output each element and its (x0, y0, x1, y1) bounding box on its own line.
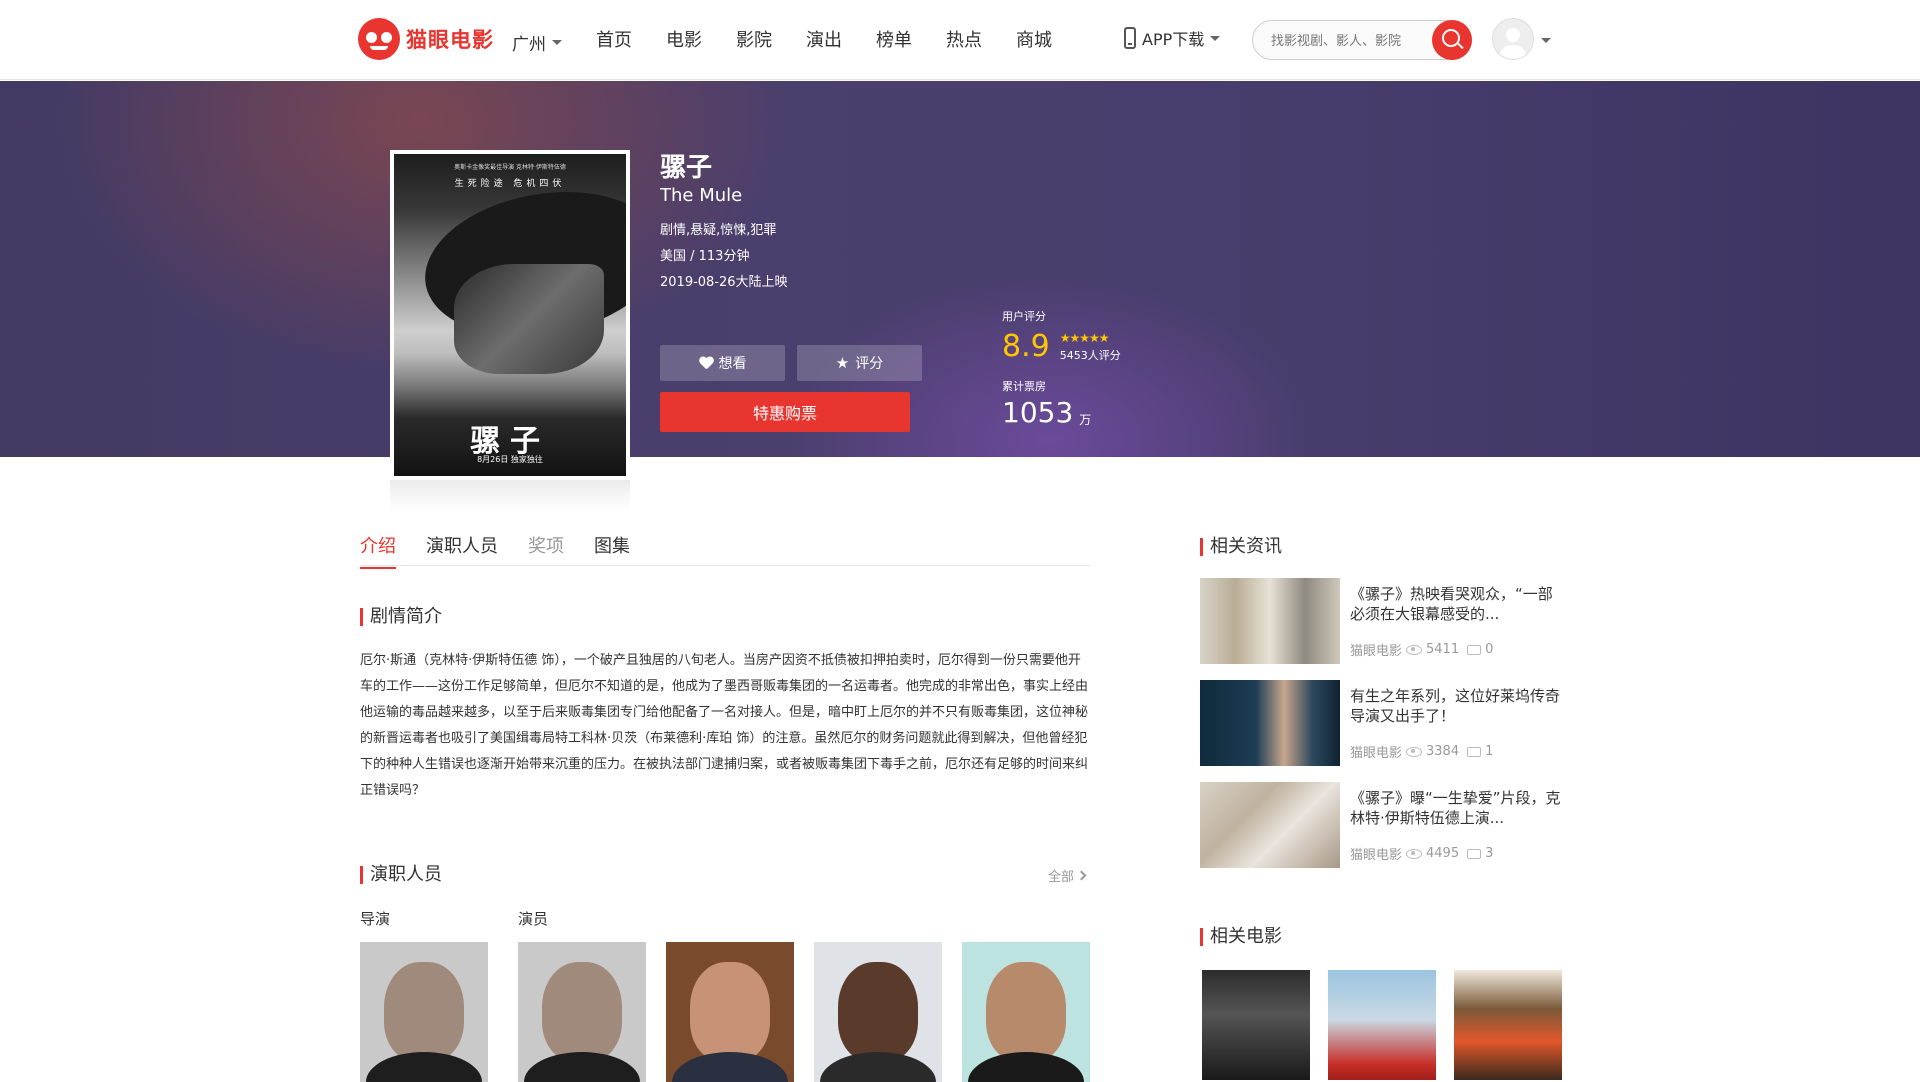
heart-icon (699, 357, 713, 369)
nav-shows[interactable]: 演出 (806, 26, 842, 52)
search-box (1252, 20, 1472, 60)
search-input[interactable] (1271, 30, 1421, 52)
comment-icon (1467, 746, 1482, 757)
movie-title: 骡子 (660, 153, 713, 183)
nav-home[interactable]: 首页 (596, 26, 632, 52)
news-views: 5411 (1426, 642, 1460, 657)
tab-gallery[interactable]: 图集 (594, 532, 630, 565)
news-item[interactable]: 《骡子》热映看哭观众，“一部必须在大银幕感受的... 猫眼电影 5411 0 (1200, 578, 1570, 664)
nav-rankings[interactable]: 榜单 (876, 26, 912, 52)
buy-ticket-button[interactable]: 特惠购票 (660, 392, 910, 432)
main-nav: 首页 电影 影院 演出 榜单 热点 商城 (596, 26, 1052, 52)
tab-cast[interactable]: 演职人员 (426, 532, 498, 565)
synopsis-text: 厄尔·斯通（克林特·伊斯特伍德 饰），一个破产且独居的八旬老人。当房产因资不抵债… (360, 653, 1089, 798)
top-header: 猫眼电影 广州 首页 电影 影院 演出 榜单 热点 商城 APP下载 (0, 0, 1920, 80)
logo-text: 猫眼电影 (406, 28, 494, 52)
cast-photo[interactable] (518, 942, 646, 1082)
actor-label: 演员 (518, 910, 549, 928)
news-comments: 0 (1485, 642, 1494, 657)
cast-photo[interactable] (360, 942, 488, 1082)
eye-icon (1406, 848, 1423, 859)
cast-photo[interactable] (962, 942, 1090, 1082)
news-title: 有生之年系列，这位好莱坞传奇导演又出手了！ (1350, 687, 1561, 725)
chevron-down-icon[interactable] (1541, 38, 1551, 43)
news-views: 4495 (1426, 846, 1460, 861)
rating-stars-icon: ★★★★★ (1059, 331, 1110, 345)
movie-country-duration: 美国 / 113分钟 (660, 249, 750, 264)
movie-genres: 剧情,悬疑,惊悚,犯罪 (660, 223, 777, 238)
comment-icon (1467, 848, 1482, 859)
related-news-heading: 相关资讯 (1200, 536, 1282, 558)
chevron-down-icon (552, 40, 562, 45)
news-thumbnail (1200, 578, 1340, 664)
rating-count: 5453人评分 (1059, 349, 1121, 362)
user-score: 8.9 (1002, 329, 1050, 364)
cat-eye-logo-icon (358, 18, 400, 60)
app-download[interactable]: APP下载 (1124, 26, 1221, 50)
news-thumbnail (1200, 680, 1340, 766)
box-office-label: 累计票房 (1002, 380, 1046, 393)
search-button[interactable] (1432, 20, 1472, 60)
related-movie-poster[interactable] (1328, 970, 1436, 1080)
star-icon: ★ (835, 353, 850, 372)
nav-mall[interactable]: 商城 (1016, 26, 1052, 52)
chevron-down-icon (1210, 35, 1221, 41)
movie-info: 骡子 The Mule 剧情,悬疑,惊悚,犯罪 美国 / 113分钟 2019-… (660, 152, 788, 296)
related-movie-poster[interactable] (1202, 970, 1310, 1080)
related-movie-poster[interactable] (1454, 970, 1562, 1080)
comment-icon (1467, 644, 1482, 655)
action-buttons: 想看 ★ 评分 (660, 345, 922, 381)
news-source: 猫眼电影 (1350, 746, 1403, 761)
cast-photo[interactable] (814, 942, 942, 1082)
news-title: 《骡子》热映看哭观众，“一部必须在大银幕感受的... (1350, 585, 1553, 623)
eye-icon (1406, 746, 1423, 757)
movie-poster: 奥斯卡金像奖最佳导演 克林特·伊斯特伍德 生死险途 危机四伏 骡子 8月26日 … (390, 150, 630, 480)
director-label: 导演 (360, 910, 391, 928)
news-views: 3384 (1426, 744, 1460, 759)
detail-tabs: 介绍 演职人员 奖项 图集 (360, 532, 1090, 569)
user-score-label: 用户评分 (1002, 310, 1046, 323)
eye-icon (1406, 644, 1423, 655)
cast-photo[interactable] (666, 942, 794, 1082)
movie-release: 2019-08-26大陆上映 (660, 275, 788, 290)
app-download-label: APP下载 (1142, 30, 1205, 49)
nav-movies[interactable]: 电影 (666, 26, 702, 52)
phone-icon (1124, 27, 1136, 49)
news-source: 猫眼电影 (1350, 644, 1403, 659)
synopsis-heading: 剧情简介 (360, 606, 442, 628)
news-thumbnail (1200, 782, 1340, 868)
score-block: 用户评分 8.9 ★★★★★ 5453人评分 累计票房 1053 万 (1002, 308, 1121, 428)
poster-date: 8月26日 独家独往 (477, 455, 543, 464)
nav-hot[interactable]: 热点 (946, 26, 982, 52)
chevron-right-icon (1076, 870, 1087, 881)
poster-top-text: 奥斯卡金像奖最佳导演 克林特·伊斯特伍德 (454, 164, 566, 171)
cast-see-all-link[interactable]: 全部 (1048, 866, 1087, 885)
news-source: 猫眼电影 (1350, 848, 1403, 863)
news-item[interactable]: 有生之年系列，这位好莱坞传奇导演又出手了！ 猫眼电影 3384 1 (1200, 680, 1570, 766)
maoyan-logo[interactable]: 猫眼电影 (358, 18, 494, 60)
want-to-see-button[interactable]: 想看 (660, 345, 785, 381)
news-item[interactable]: 《骡子》曝“一生挚爱”片段，克林特·伊斯特伍德上演... 猫眼电影 4495 3 (1200, 782, 1570, 868)
box-office-unit: 万 (1079, 413, 1092, 427)
cast-heading: 演职人员 (360, 864, 442, 886)
city-selector[interactable]: 广州 (512, 30, 562, 55)
movie-banner (0, 81, 1920, 457)
news-comments: 1 (1485, 744, 1494, 759)
nav-cinemas[interactable]: 影院 (736, 26, 772, 52)
city-name: 广州 (512, 35, 546, 55)
news-comments: 3 (1485, 846, 1494, 861)
rate-button[interactable]: ★ 评分 (797, 345, 922, 381)
movie-title-en: The Mule (660, 185, 743, 206)
related-movies-heading: 相关电影 (1200, 926, 1282, 948)
user-avatar[interactable] (1492, 18, 1534, 60)
news-title: 《骡子》曝“一生挚爱”片段，克林特·伊斯特伍德上演... (1350, 789, 1561, 827)
tab-awards[interactable]: 奖项 (528, 532, 564, 565)
tab-intro[interactable]: 介绍 (360, 532, 396, 569)
poster-tagline: 生死险途 危机四伏 (454, 179, 566, 189)
box-office-value: 1053 (1002, 396, 1074, 429)
